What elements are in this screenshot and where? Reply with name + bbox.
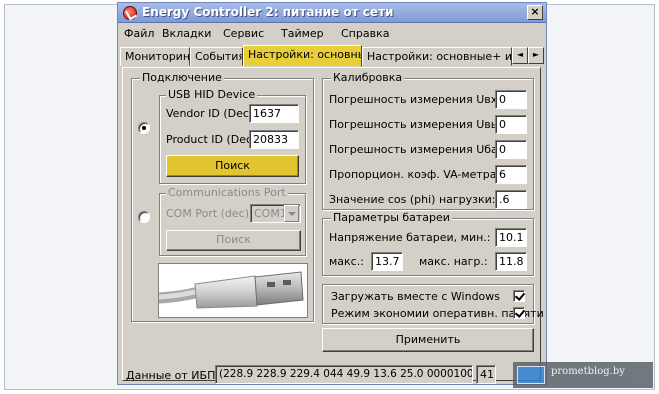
com-port-dropdown-icon[interactable] bbox=[284, 205, 299, 222]
autostart-checkbox[interactable] bbox=[513, 290, 525, 302]
menu-file[interactable]: Файл bbox=[124, 27, 154, 40]
product-id-field[interactable]: 20833 bbox=[249, 130, 299, 149]
com-group-label: Communications Port bbox=[166, 186, 288, 199]
vendor-id-label: Vendor ID (Dec): bbox=[166, 107, 257, 120]
com-radio[interactable] bbox=[138, 211, 150, 223]
settings-page: Подключение USB HID Device Vendor ID (De… bbox=[122, 67, 544, 381]
calibration-label-uout: Погрешность измерения Uвых.: bbox=[329, 118, 514, 131]
calibration-group-label: Калибровка bbox=[331, 71, 405, 84]
memory-saving-label: Режим экономии оперативн. памяти bbox=[331, 307, 544, 320]
calibration-field-uout[interactable]: 0 bbox=[495, 115, 527, 134]
com-search-button[interactable]: Поиск bbox=[166, 230, 301, 251]
battery-group-label: Параметры батареи bbox=[331, 211, 452, 224]
memory-saving-checkbox[interactable] bbox=[513, 307, 525, 319]
calibration-field-ubat[interactable]: 0 bbox=[495, 140, 527, 159]
options-group: Загружать вместе с Windows Режим экономи… bbox=[322, 284, 544, 324]
battery-group: Параметры батареи Напряжение батареи, ми… bbox=[322, 211, 534, 276]
title-bar[interactable]: Energy Controller 2: питание от сети × bbox=[118, 3, 546, 23]
menu-service[interactable]: Сервис bbox=[223, 27, 264, 40]
usb-radio[interactable] bbox=[138, 122, 150, 134]
watermark-text: prometblog.by bbox=[551, 366, 625, 377]
calibration-field-va[interactable]: 6 bbox=[495, 165, 527, 184]
calibration-label-va: Пропорцион. коэф. VA-метра: bbox=[329, 168, 501, 181]
watermark-logo-icon bbox=[517, 366, 545, 384]
menu-tabs[interactable]: Вкладки bbox=[162, 27, 211, 40]
menu-bar: Файл Вкладки Сервис Таймер Справка bbox=[118, 24, 546, 43]
usb-cable-icon bbox=[153, 271, 304, 309]
calibration-label-ubat: Погрешность измерения Uбат.: bbox=[329, 143, 512, 156]
usb-group: USB HID Device Vendor ID (Dec): 1637 Pro… bbox=[159, 88, 306, 184]
tab-settings-extended[interactable]: Настройки: основные+ и уведо bbox=[362, 47, 512, 66]
tab-settings-main[interactable]: Настройки: основные bbox=[243, 45, 362, 67]
tab-strip: Мониторинг События Настройки: основные Н… bbox=[118, 45, 546, 67]
menu-help[interactable]: Справка bbox=[341, 27, 389, 40]
status-bar: Данные от ИБП: (228.9 228.9 229.4 044 49… bbox=[118, 364, 546, 384]
connection-group-label: Подключение bbox=[140, 71, 224, 84]
close-button[interactable]: × bbox=[527, 5, 543, 20]
ups-data-field: (228.9 228.9 229.4 044 49.9 13.6 25.0 00… bbox=[215, 365, 473, 384]
app-logo-icon bbox=[123, 6, 137, 20]
usb-cable-image bbox=[153, 263, 308, 318]
battery-min-label: Напряжение батареи, мин.: bbox=[329, 231, 491, 244]
com-group: Communications Port COM Port (dec): COM1… bbox=[159, 186, 306, 256]
battery-max-load-label: макс. нагр.: bbox=[419, 255, 488, 268]
usb-group-label: USB HID Device bbox=[166, 88, 258, 101]
product-id-label: Product ID (Dec): bbox=[166, 133, 261, 146]
autostart-label: Загружать вместе с Windows bbox=[331, 290, 501, 303]
tab-scroll-left-icon[interactable]: ◄ bbox=[512, 47, 528, 64]
ups-data-label: Данные от ИБП: bbox=[126, 369, 220, 382]
calibration-group: Калибровка Погрешность измерения Uвх.: 0… bbox=[322, 71, 534, 210]
window-title: Energy Controller 2: питание от сети bbox=[142, 5, 394, 19]
menu-timer[interactable]: Таймер bbox=[281, 27, 324, 40]
calibration-label-uin: Погрешность измерения Uвх.: bbox=[329, 93, 505, 106]
battery-max-field[interactable]: 13.7 bbox=[371, 252, 403, 271]
calibration-field-cosphi[interactable]: .6 bbox=[495, 190, 527, 209]
battery-min-field[interactable]: 10.1 bbox=[495, 228, 527, 247]
tab-scroll-right-icon[interactable]: ► bbox=[528, 47, 544, 64]
app-window: Energy Controller 2: питание от сети × Ф… bbox=[117, 2, 547, 385]
usb-search-button[interactable]: Поиск bbox=[166, 155, 299, 177]
tab-events[interactable]: События bbox=[190, 47, 243, 66]
watermark: prometblog.by bbox=[513, 362, 653, 388]
vendor-id-field[interactable]: 1637 bbox=[249, 104, 299, 123]
tab-monitoring[interactable]: Мониторинг bbox=[120, 47, 190, 66]
com-port-label: COM Port (dec): bbox=[166, 207, 253, 220]
battery-max-load-field[interactable]: 11.8 bbox=[495, 252, 527, 271]
connection-group: Подключение USB HID Device Vendor ID (De… bbox=[131, 71, 314, 322]
calibration-field-uin[interactable]: 0 bbox=[495, 90, 527, 109]
battery-max-label: макс.: bbox=[329, 255, 364, 268]
ups-data-count: 41 bbox=[476, 365, 496, 384]
apply-button[interactable]: Применить bbox=[322, 328, 534, 352]
calibration-label-cosphi: Значение cos (phi) нагрузки: bbox=[329, 193, 496, 206]
